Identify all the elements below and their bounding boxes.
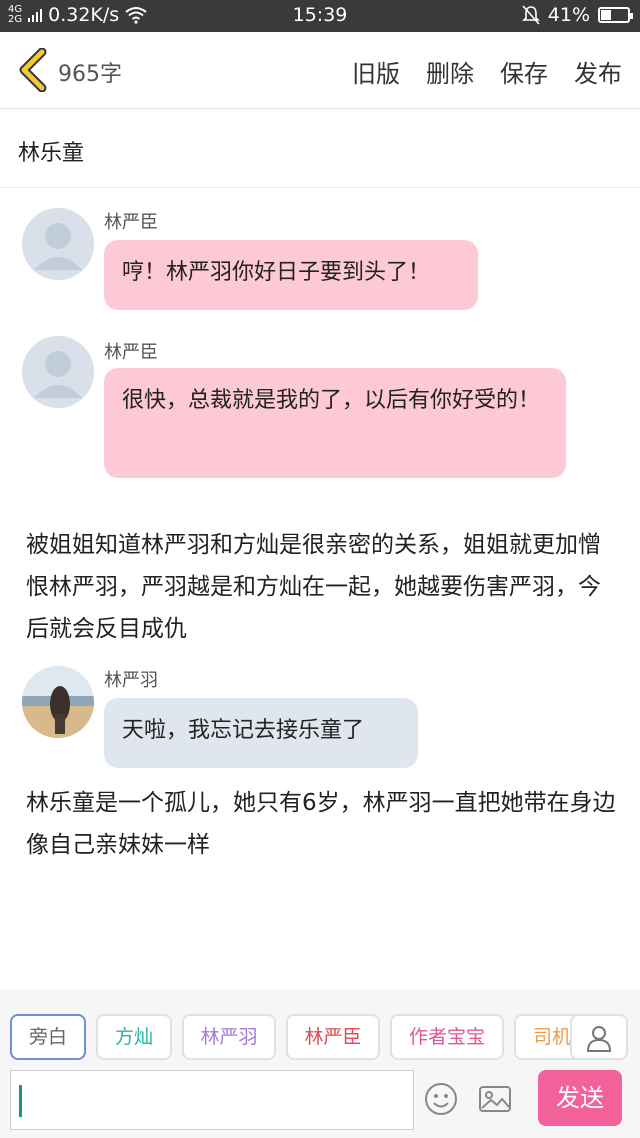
- image-icon: [479, 1086, 511, 1112]
- role-selector-bar: 旁白 方灿 林严羽 林严臣 作者宝宝 司机: [0, 990, 640, 1066]
- message-bubble[interactable]: 哼！林严羽你好日子要到头了！: [104, 240, 478, 310]
- battery-percent: 41%: [547, 4, 590, 26]
- avatar[interactable]: [22, 208, 94, 280]
- role-chip-narrator[interactable]: 旁白: [10, 1014, 86, 1060]
- chevron-left-icon: [19, 47, 47, 93]
- battery-icon: [598, 7, 633, 23]
- header-actions: 旧版 删除 保存 发布: [352, 54, 622, 89]
- word-count: 965字: [58, 62, 122, 87]
- status-bar: 4G 2G 0.32K/s 15:39 41%: [0, 0, 640, 32]
- narration-text[interactable]: 被姐姐知道林严羽和方灿是很亲密的关系，姐姐就更加憎恨林严羽，严羽越是和方灿在一起…: [26, 524, 618, 650]
- image-button[interactable]: [478, 1082, 512, 1116]
- role-chip-fangcan[interactable]: 方灿: [96, 1014, 172, 1060]
- input-bar: 发送: [0, 1066, 640, 1138]
- text-caret: [19, 1085, 22, 1117]
- role-chip-author[interactable]: 作者宝宝: [390, 1014, 504, 1060]
- emoji-button[interactable]: [424, 1082, 458, 1116]
- photo-avatar-icon: [22, 666, 94, 738]
- role-label: 林严臣: [304, 1026, 362, 1048]
- story-title: 林乐童: [18, 141, 85, 166]
- default-avatar-icon: [22, 336, 94, 408]
- user-icon: [587, 1026, 611, 1052]
- mute-bell-icon: [521, 5, 540, 25]
- smiley-icon: [425, 1083, 457, 1115]
- story-title-row[interactable]: 林乐童: [0, 109, 640, 188]
- avatar[interactable]: [22, 336, 94, 408]
- message-bubble[interactable]: 天啦，我忘记去接乐童了: [104, 698, 418, 768]
- sender-name: 林严臣: [104, 342, 158, 363]
- role-label: 旁白: [28, 1026, 67, 1048]
- save-button[interactable]: 保存: [500, 54, 548, 89]
- status-right: 41%: [521, 4, 633, 26]
- message-bubble[interactable]: 很快，总裁就是我的了，以后有你好受的！: [104, 368, 566, 478]
- delete-button[interactable]: 删除: [426, 54, 474, 89]
- editor-header: 965字 旧版 删除 保存 发布: [0, 32, 640, 109]
- role-label: 方灿: [114, 1026, 153, 1048]
- sender-name: 林严羽: [104, 670, 158, 691]
- role-label: 林严羽: [200, 1026, 258, 1048]
- sender-name: 林严臣: [104, 212, 158, 233]
- old-version-button[interactable]: 旧版: [352, 54, 400, 89]
- default-avatar-icon: [22, 208, 94, 280]
- role-label: 作者宝宝: [408, 1026, 485, 1048]
- role-chip-linyanyu[interactable]: 林严羽: [182, 1014, 276, 1060]
- role-label: 司机: [532, 1026, 571, 1048]
- app-screen: 4G 2G 0.32K/s 15:39 41% 965字 旧版 删除 保存 发布…: [0, 0, 640, 1138]
- publish-button[interactable]: 发布: [574, 54, 622, 89]
- role-chip-linyanchen[interactable]: 林严臣: [286, 1014, 380, 1060]
- message-input[interactable]: [10, 1070, 414, 1130]
- avatar-photo[interactable]: [22, 666, 94, 738]
- add-role-button[interactable]: [570, 1014, 628, 1060]
- narration-text[interactable]: 林乐童是一个孤儿，她只有6岁，林严羽一直把她带在身边像自己亲妹妹一样: [26, 782, 618, 866]
- send-button[interactable]: 发送: [538, 1070, 622, 1126]
- back-button[interactable]: [14, 47, 54, 93]
- battery-fill: [601, 10, 611, 20]
